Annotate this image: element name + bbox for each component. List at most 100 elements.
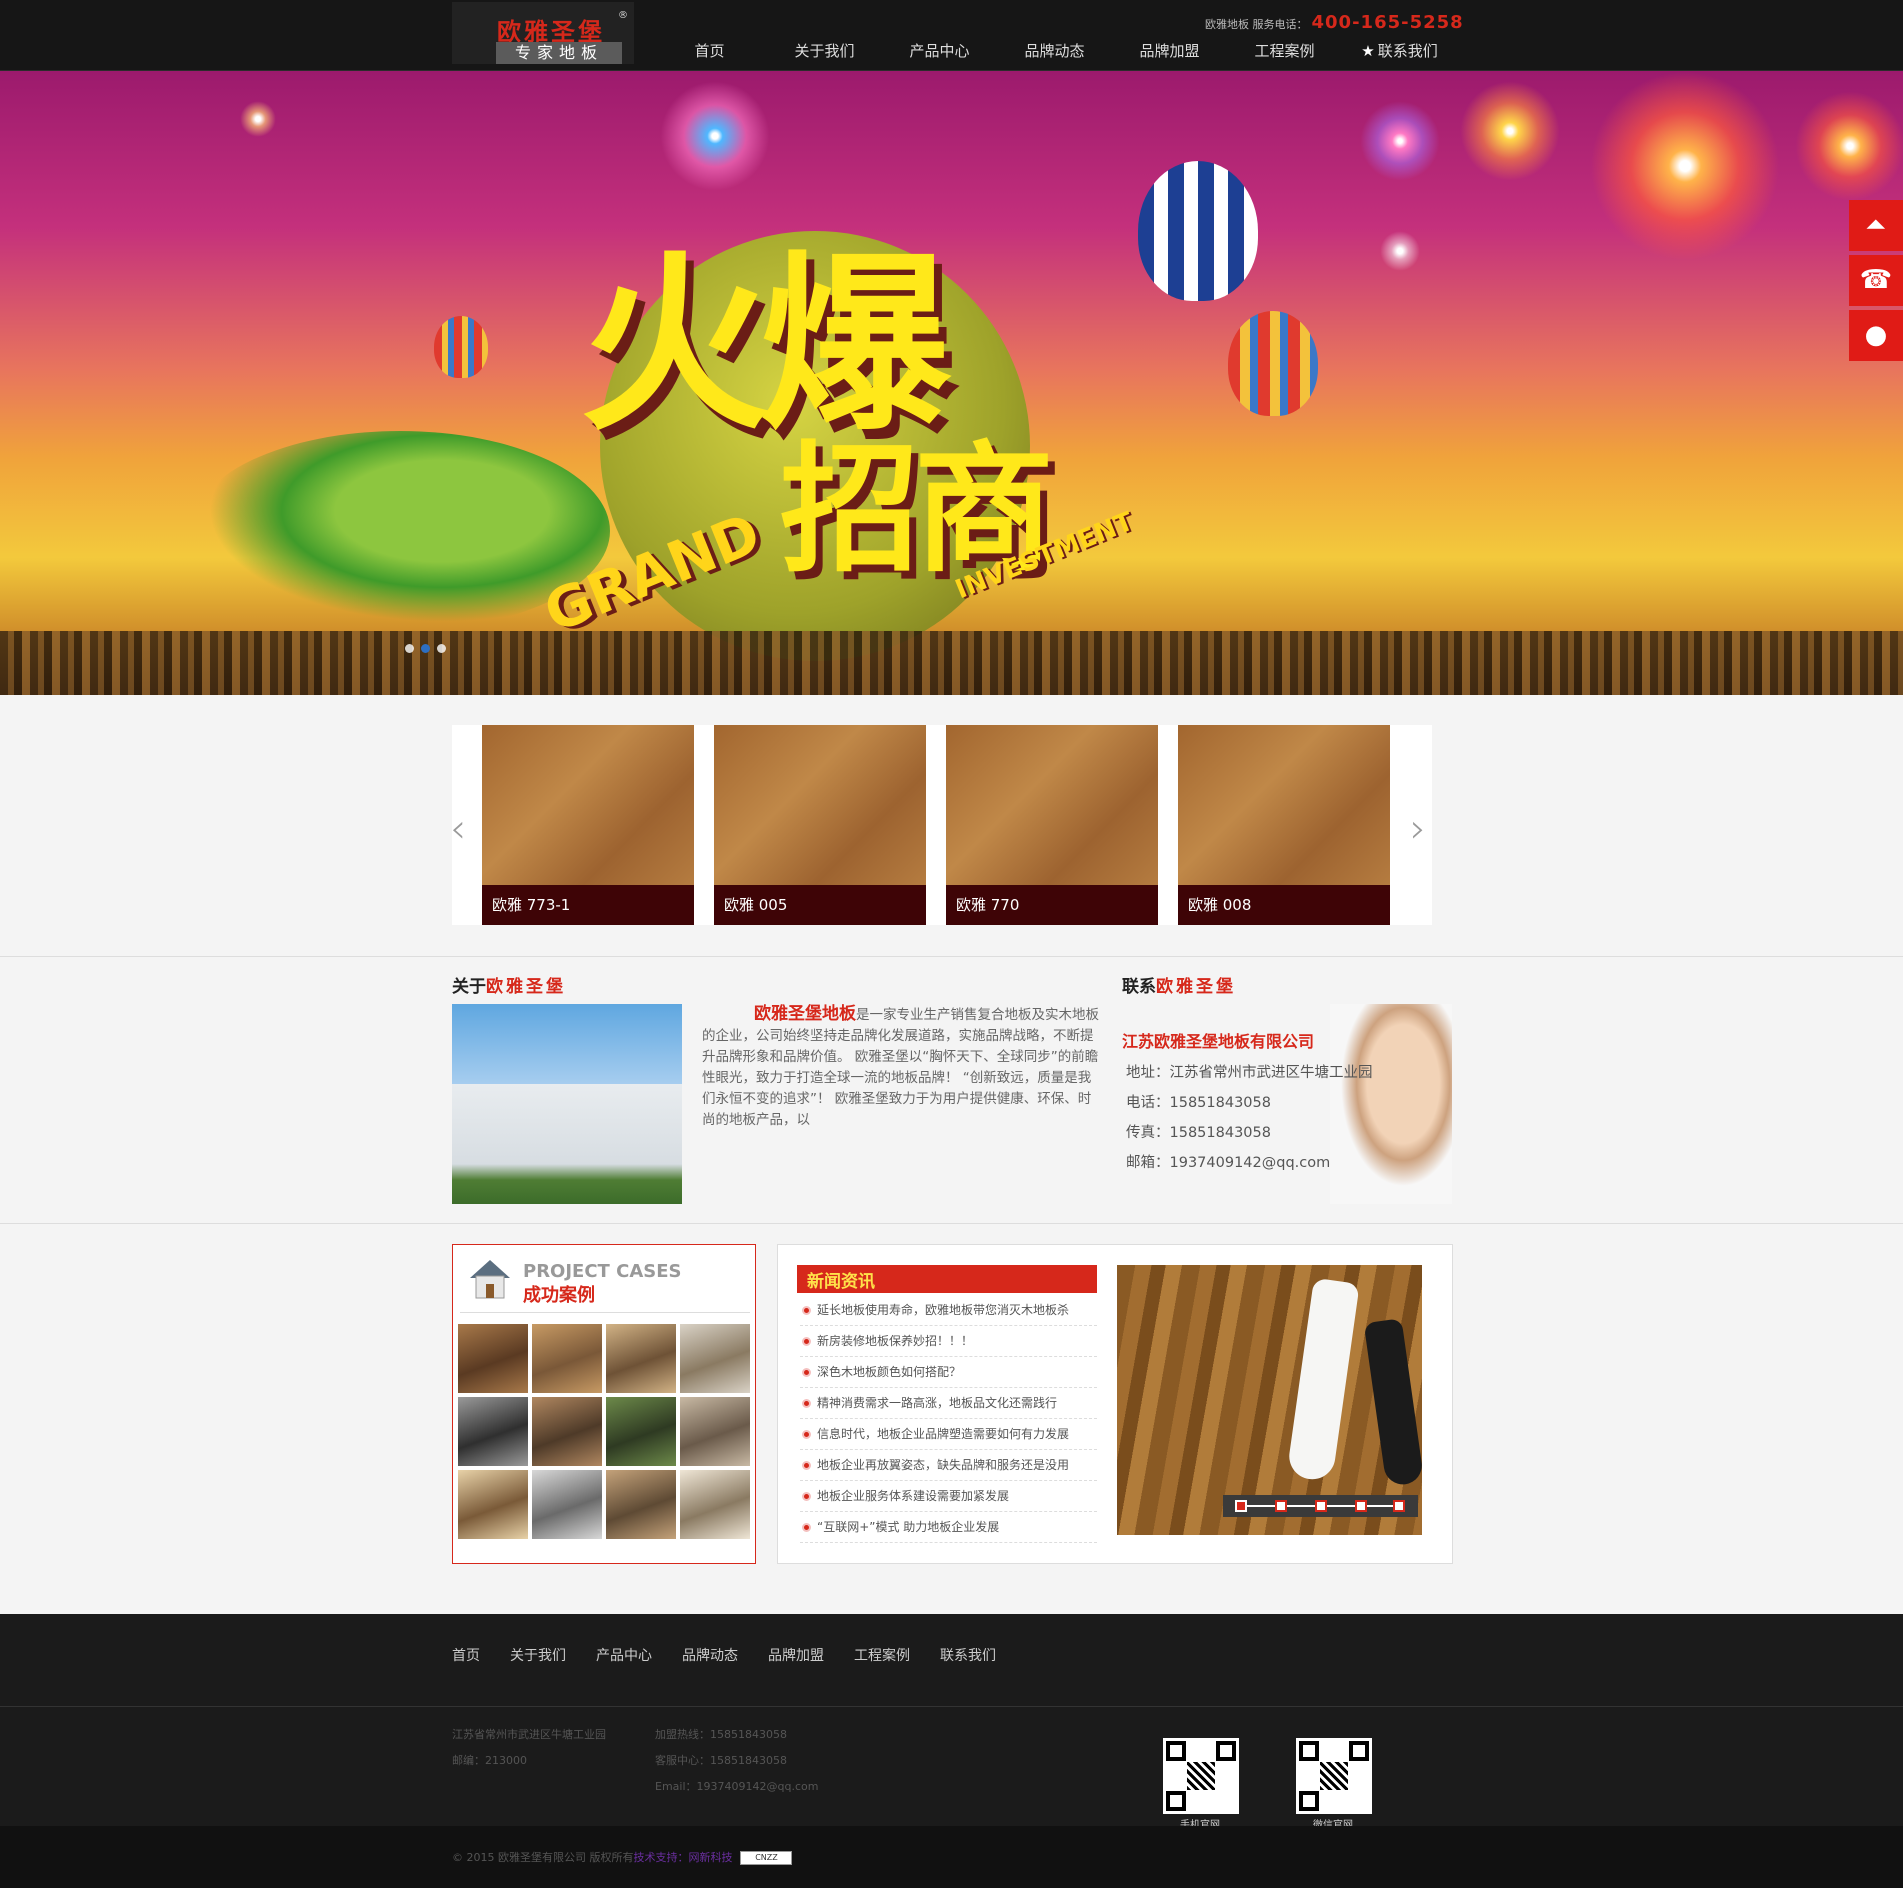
case-thumbnail[interactable] bbox=[458, 1397, 528, 1466]
cases-title-cn[interactable]: 成功案例 bbox=[523, 1281, 595, 1307]
phone-button[interactable]: ☎ bbox=[1849, 255, 1903, 306]
slider-dot[interactable] bbox=[1355, 1500, 1367, 1512]
nav-contact[interactable]: ★ 联系我们 bbox=[1342, 40, 1457, 64]
case-thumbnail[interactable] bbox=[680, 1470, 750, 1539]
news-heading: 新闻资讯 bbox=[797, 1265, 1097, 1293]
news-item-title[interactable]: 精神消费需求一路高涨，地板品文化还需践行 bbox=[817, 1396, 1057, 1410]
qq-button[interactable]: ● bbox=[1849, 310, 1903, 361]
case-thumbnail[interactable] bbox=[606, 1397, 676, 1466]
about-brand-name: 欧雅圣堡地板 bbox=[754, 1004, 856, 1024]
hot-air-balloon bbox=[1228, 311, 1318, 416]
news-heading-text: 新闻资讯 bbox=[807, 1267, 875, 1292]
case-thumbnail[interactable] bbox=[680, 1324, 750, 1393]
case-thumbnail[interactable] bbox=[606, 1324, 676, 1393]
news-item[interactable]: “互联网+”模式 助力地板企业发展 bbox=[800, 1512, 1097, 1543]
news-item-title[interactable]: 地板企业服务体系建设需要加紧发展 bbox=[817, 1489, 1009, 1503]
footer-nav-home[interactable]: 首页 bbox=[452, 1645, 480, 1665]
footer-nav-brand-news[interactable]: 品牌动态 bbox=[682, 1645, 738, 1665]
news-item-title[interactable]: 新房装修地板保养妙招！！！ bbox=[817, 1334, 973, 1348]
case-thumbnail[interactable] bbox=[532, 1324, 602, 1393]
footer-nav-contact[interactable]: 联系我们 bbox=[940, 1645, 996, 1665]
case-thumbnail[interactable] bbox=[606, 1470, 676, 1539]
firework-decoration bbox=[1460, 81, 1560, 181]
news-item-title[interactable]: 信息时代，地板企业品牌塑造需要如何有力发展 bbox=[817, 1427, 1069, 1441]
contact-fax: 传真：15851843058 bbox=[1126, 1125, 1271, 1141]
nav-franchise[interactable]: 品牌加盟 bbox=[1112, 40, 1227, 64]
news-item[interactable]: 新房装修地板保养妙招！！！ bbox=[800, 1326, 1097, 1357]
news-item[interactable]: 延长地板使用寿命，欧雅地板带您消灭木地板杀 bbox=[800, 1295, 1097, 1326]
banner-dot-active[interactable] bbox=[421, 644, 430, 653]
cnzz-badge[interactable]: CNZZ bbox=[740, 1851, 793, 1865]
product-name[interactable]: 欧雅 773-1 bbox=[482, 885, 694, 925]
news-item[interactable]: 地板企业服务体系建设需要加紧发展 bbox=[800, 1481, 1097, 1512]
nav-home[interactable]: 首页 bbox=[652, 40, 767, 64]
about-heading-brand: 欧雅圣堡 bbox=[486, 977, 566, 997]
news-item-title[interactable]: 地板企业再放翼姿态，缺失品牌和服务还是没用 bbox=[817, 1458, 1069, 1472]
news-item-title[interactable]: 延长地板使用寿命，欧雅地板带您消灭木地板杀 bbox=[817, 1303, 1069, 1317]
case-thumbnail[interactable] bbox=[532, 1470, 602, 1539]
product-card[interactable]: 欧雅 005 bbox=[714, 725, 926, 925]
banner-dot[interactable] bbox=[437, 644, 446, 653]
news-item[interactable]: 地板企业再放翼姿态，缺失品牌和服务还是没用 bbox=[800, 1450, 1097, 1481]
contact-heading-brand: 欧雅圣堡 bbox=[1156, 977, 1236, 997]
carousel-prev-arrow[interactable]: ‹ bbox=[450, 806, 466, 852]
bullet-icon bbox=[802, 1368, 811, 1377]
company-name: 江苏欧雅圣堡地板有限公司 bbox=[1122, 1032, 1315, 1051]
product-card[interactable]: 欧雅 773-1 bbox=[482, 725, 694, 925]
product-name[interactable]: 欧雅 770 bbox=[946, 885, 1158, 925]
footer-nav-about[interactable]: 关于我们 bbox=[510, 1645, 566, 1665]
news-slider-controls bbox=[1223, 1495, 1418, 1517]
case-thumbnail[interactable] bbox=[680, 1397, 750, 1466]
bullet-icon bbox=[802, 1399, 811, 1408]
product-image[interactable] bbox=[482, 725, 694, 885]
qq-icon: ● bbox=[1864, 320, 1888, 350]
footer-divider bbox=[0, 1706, 1903, 1707]
case-thumbnail[interactable] bbox=[458, 1324, 528, 1393]
product-name[interactable]: 欧雅 005 bbox=[714, 885, 926, 925]
slider-dot[interactable] bbox=[1275, 1500, 1287, 1512]
product-card[interactable]: 欧雅 008 bbox=[1178, 725, 1390, 925]
slider-dot-active[interactable] bbox=[1235, 1500, 1247, 1512]
carousel-next-arrow[interactable]: › bbox=[1410, 806, 1426, 852]
top-icon: ⏶ bbox=[1865, 210, 1887, 240]
phone-icon: ☎ bbox=[1859, 265, 1893, 295]
hero-banner[interactable]: 火爆 招商 GRAND INVESTMENT bbox=[0, 71, 1903, 695]
news-item-title[interactable]: “互联网+”模式 助力地板企业发展 bbox=[817, 1520, 999, 1534]
bullet-icon bbox=[802, 1492, 811, 1501]
about-heading-prefix: 关于 bbox=[452, 977, 486, 997]
nav-brand-news[interactable]: 品牌动态 bbox=[997, 40, 1112, 64]
contact-heading-prefix: 联系 bbox=[1122, 977, 1156, 997]
footer-nav-franchise[interactable]: 品牌加盟 bbox=[768, 1645, 824, 1665]
contact-phone: 电话：15851843058 bbox=[1126, 1095, 1271, 1111]
footer-zip: 邮编：213000 bbox=[452, 1754, 527, 1767]
news-item[interactable]: 深色木地板颜色如何搭配？ bbox=[800, 1357, 1097, 1388]
news-item[interactable]: 精神消费需求一路高涨，地板品文化还需践行 bbox=[800, 1388, 1097, 1419]
tech-support-link[interactable]: 技术支持：网新科技 bbox=[633, 1851, 732, 1864]
banner-dot[interactable] bbox=[405, 644, 414, 653]
nav-cases[interactable]: 工程案例 bbox=[1227, 40, 1342, 64]
case-thumbnail[interactable] bbox=[532, 1397, 602, 1466]
sparkle-decoration bbox=[240, 101, 276, 137]
contact-photo bbox=[1330, 1004, 1452, 1204]
nav-about[interactable]: 关于我们 bbox=[767, 40, 882, 64]
about-description: 是一家专业生产销售复合地板及实木地板的企业，公司始终坚持走品牌化发展道路，实施品… bbox=[702, 1007, 1099, 1128]
company-building-image[interactable] bbox=[452, 1004, 682, 1204]
nav-products[interactable]: 产品中心 bbox=[882, 40, 997, 64]
back-to-top-button[interactable]: ⏶ bbox=[1849, 200, 1903, 251]
slider-dot[interactable] bbox=[1315, 1500, 1327, 1512]
product-image[interactable] bbox=[1178, 725, 1390, 885]
product-card[interactable]: 欧雅 770 bbox=[946, 725, 1158, 925]
case-thumbnail[interactable] bbox=[458, 1470, 528, 1539]
product-image[interactable] bbox=[946, 725, 1158, 885]
slider-dot[interactable] bbox=[1393, 1500, 1405, 1512]
news-item-title[interactable]: 深色木地板颜色如何搭配？ bbox=[817, 1365, 961, 1379]
site-logo[interactable]: 欧雅圣堡 ® 专家地板 bbox=[452, 2, 634, 64]
footer-email: Email：1937409142@qq.com bbox=[655, 1780, 819, 1793]
service-label: 欧雅地板 服务电话： bbox=[1205, 18, 1308, 31]
cases-title-en: PROJECT CASES bbox=[523, 1261, 682, 1282]
news-item[interactable]: 信息时代，地板企业品牌塑造需要如何有力发展 bbox=[800, 1419, 1097, 1450]
product-name[interactable]: 欧雅 008 bbox=[1178, 885, 1390, 925]
product-image[interactable] bbox=[714, 725, 926, 885]
footer-nav-cases[interactable]: 工程案例 bbox=[854, 1645, 910, 1665]
footer-nav-products[interactable]: 产品中心 bbox=[596, 1645, 652, 1665]
